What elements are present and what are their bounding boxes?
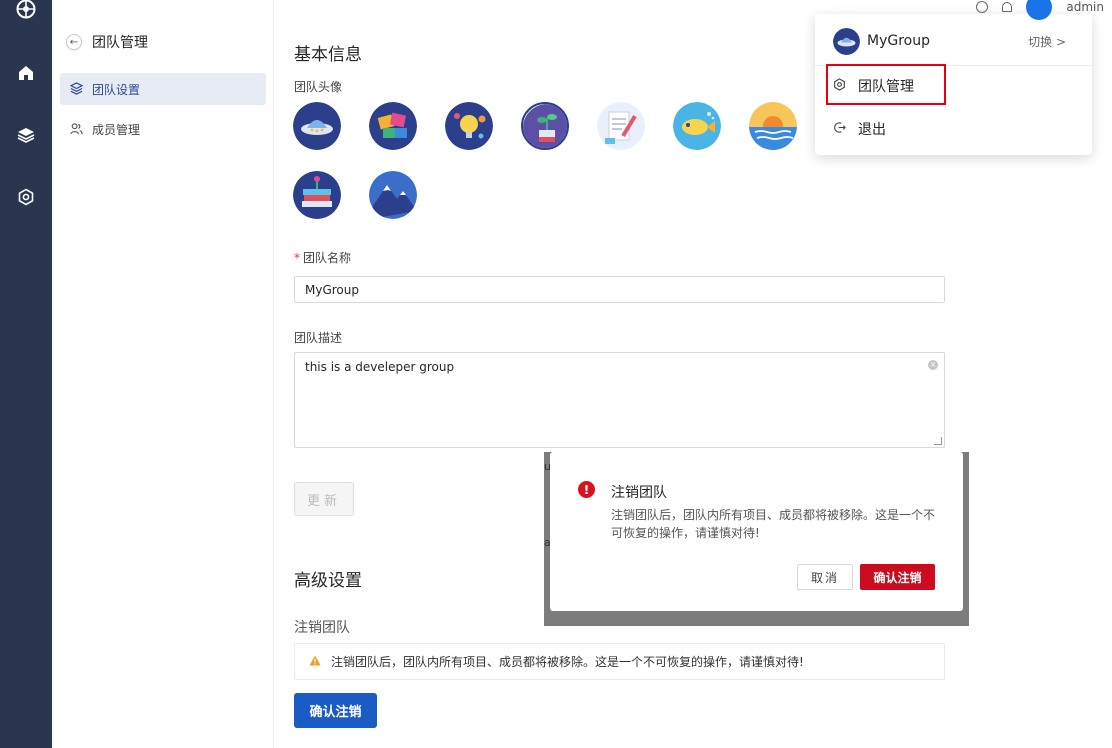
team-name-input[interactable] [294, 276, 945, 303]
group-name: MyGroup [867, 33, 930, 49]
modal-confirm-button[interactable]: 确认注销 [860, 564, 935, 590]
error-icon: ! [578, 481, 595, 498]
avatar-option-mountain[interactable] [369, 171, 417, 219]
icon-rail [0, 0, 52, 748]
avatar-option-plant[interactable] [521, 102, 569, 150]
group-avatar [833, 28, 860, 55]
clear-icon[interactable]: × [928, 360, 938, 370]
menu-item-logout[interactable]: 退出 [815, 110, 1092, 148]
avatar-option-fish[interactable] [673, 102, 721, 150]
update-button[interactable]: 更新 [294, 482, 354, 516]
team-sidebar: ← 团队管理 团队设置 成员管理 [52, 0, 274, 748]
users-icon [70, 122, 84, 136]
sidebar-item-label: 团队设置 [92, 82, 141, 97]
user-avatar[interactable] [1026, 0, 1053, 20]
help-icon[interactable] [976, 1, 989, 13]
avatar-option-books[interactable] [293, 171, 341, 219]
bell-icon[interactable] [1002, 2, 1013, 12]
modal-cancel-button[interactable]: 取消 [797, 564, 853, 590]
sidebar-item-team-settings[interactable]: 团队设置 [60, 73, 266, 105]
back-icon[interactable]: ← [66, 34, 82, 50]
warning-text: 注销团队后，团队内所有项目、成员都将被移除。这是一个不可恢复的操作，请谨慎对待! [331, 655, 804, 669]
resize-handle[interactable] [934, 437, 942, 445]
menu-item-label: 退出 [858, 122, 886, 138]
team-desc-text: this is a develeper group [305, 360, 455, 374]
modal-body: 注销团队后，团队内所有项目、成员都将被移除。这是一个不可恢复的操作，请谨慎对待! [611, 508, 936, 540]
avatar-label: 团队头像 [294, 80, 343, 94]
team-name-label: * 团队名称 [294, 251, 352, 265]
sidebar-title: 团队管理 [92, 35, 148, 51]
modal-title: 注销团队 [611, 485, 667, 501]
avatar-option-notebook[interactable] [597, 102, 645, 150]
avatar-option-lightbulb[interactable] [445, 102, 493, 150]
cancel-team-title: 注销团队 [294, 620, 350, 636]
team-desc-textarea[interactable]: this is a develeper group × [294, 352, 945, 448]
header-actions: admin [976, 0, 1112, 20]
logout-icon [833, 121, 846, 138]
warning-alert: 注销团队后，团队内所有项目、成员都将被移除。这是一个不可恢复的操作，请谨慎对待! [294, 643, 945, 680]
confirm-cancel-team-modal: ! 注销团队 注销团队后，团队内所有项目、成员都将被移除。这是一个不可恢复的操作… [550, 452, 963, 611]
sidebar-item-members[interactable]: 成员管理 [60, 113, 266, 145]
avatar-option-blocks[interactable] [369, 102, 417, 150]
confirm-cancel-team-button[interactable]: 确认注销 [294, 693, 377, 728]
settings-hex-icon[interactable] [13, 184, 39, 210]
sidebar-item-label: 成员管理 [92, 122, 141, 137]
home-icon[interactable] [13, 60, 39, 86]
avatar-option-sunset[interactable] [749, 102, 797, 150]
warning-icon [309, 655, 321, 669]
logo-icon[interactable] [13, 0, 39, 22]
highlight-annotation [826, 64, 946, 105]
layers-icon[interactable] [13, 122, 39, 148]
user-name[interactable]: admin [1066, 0, 1104, 14]
team-desc-label: 团队描述 [294, 331, 343, 345]
basic-info-title: 基本信息 [294, 45, 362, 65]
dropdown-header: MyGroup 切换 > [815, 14, 1092, 66]
switch-group-link[interactable]: 切换 > [1028, 33, 1066, 50]
layers-icon [70, 82, 84, 96]
avatar-option-ufo[interactable] [293, 102, 341, 150]
sidebar-header: ← 团队管理 [66, 32, 148, 52]
advanced-settings-title: 高级设置 [294, 571, 362, 591]
